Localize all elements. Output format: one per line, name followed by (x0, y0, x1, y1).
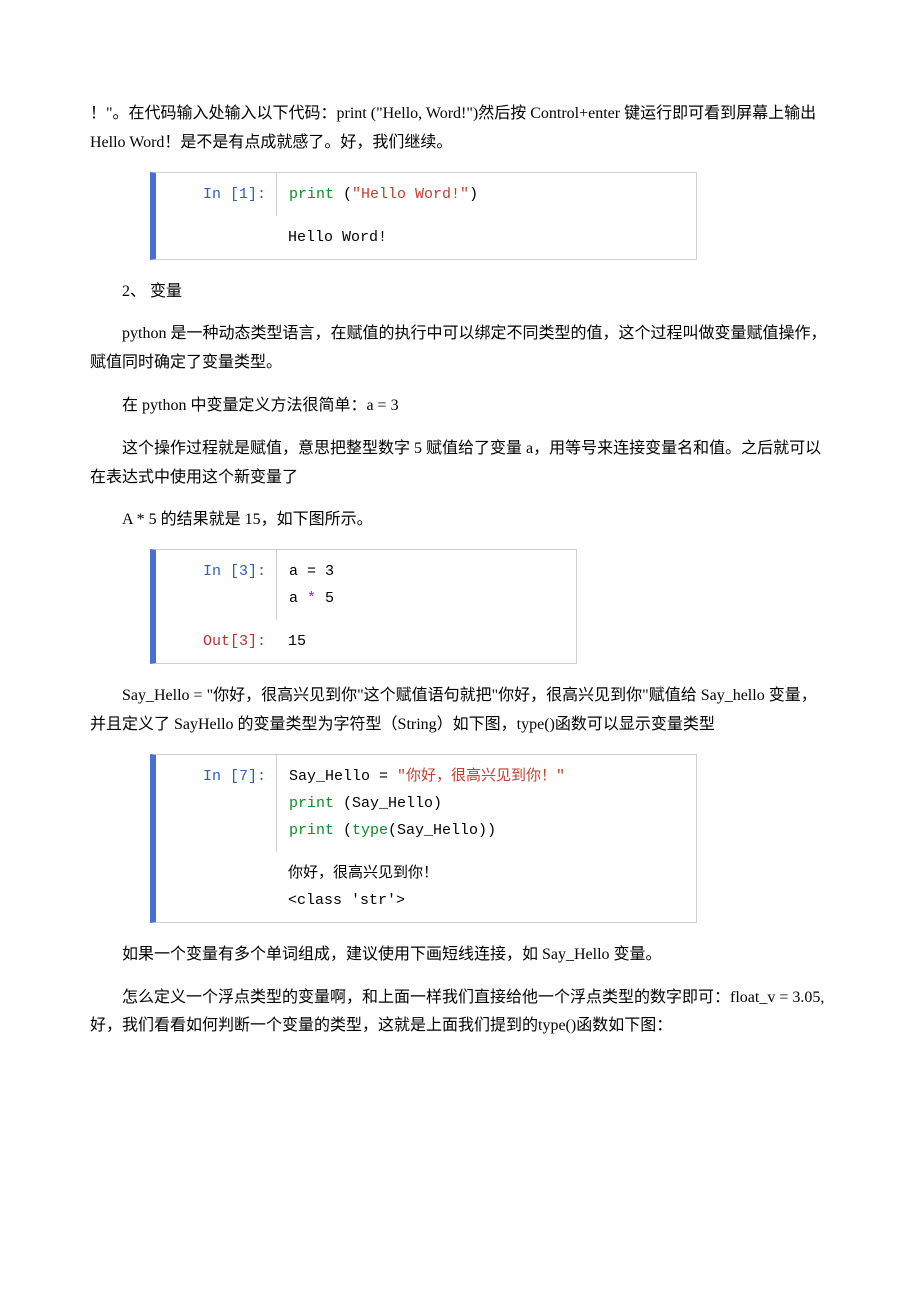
code-cell-3: In [7]: Say_Hello = "你好，很高兴见到你！" print (… (150, 754, 697, 923)
paragraph: python 是一种动态类型语言，在赋值的执行中可以绑定不同类型的值，这个过程叫… (90, 320, 830, 378)
token-fn: type (352, 822, 388, 839)
token-fn: print (289, 822, 334, 839)
paragraph: 在 python 中变量定义方法很简单：a = 3 (90, 392, 830, 421)
paragraph: A * 5 的结果就是 15，如下图所示。 (90, 506, 830, 535)
empty-prompt (156, 216, 276, 232)
paragraph: 这个操作过程就是赋值，意思把整型数字 5 赋值给了变量 a，用等号来连接变量名和… (90, 435, 830, 493)
code-output-row: 你好，很高兴见到你！ <class 'str'> (156, 852, 696, 922)
code-text: (Say_Hello) (334, 795, 442, 812)
output-area: Hello Word! (276, 216, 696, 259)
code-text: a (289, 590, 307, 607)
token-fn: print (289, 795, 334, 812)
output-area: 你好，很高兴见到你！ <class 'str'> (276, 852, 696, 922)
code-output-row: Out[3]: 15 (156, 620, 576, 663)
document-page: ！"。在代码输入处输入以下代码：print ("Hello, Word!")然后… (0, 0, 920, 1115)
code-cell-1: In [1]: print ("Hello Word!") Hello Word… (150, 172, 697, 260)
paragraph: Say_Hello = "你好，很高兴见到你"这个赋值语句就把"你好，很高兴见到… (90, 682, 830, 740)
code-input-row: In [1]: print ("Hello Word!") (156, 173, 696, 216)
code-output-row: Hello Word! (156, 216, 696, 259)
paragraph: 如果一个变量有多个单词组成，建议使用下画短线连接，如 Say_Hello 变量。 (90, 941, 830, 970)
code-line: a = 3 (289, 563, 334, 580)
output-line: 你好，很高兴见到你！ (288, 865, 438, 882)
output-area: 15 (276, 620, 576, 663)
code-text: (Say_Hello)) (388, 822, 496, 839)
section-heading: 2、 变量 (90, 278, 830, 307)
code-text: 5 (316, 590, 334, 607)
token-op: * (307, 590, 316, 607)
code-area: print ("Hello Word!") (276, 173, 696, 216)
in-prompt: In [1]: (156, 173, 276, 216)
output-line: <class 'str'> (288, 892, 405, 909)
token-fn: print (289, 186, 334, 203)
code-input-row: In [7]: Say_Hello = "你好，很高兴见到你！" print (… (156, 755, 696, 852)
token-paren: ) (469, 186, 478, 203)
code-area: a = 3 a * 5 (276, 550, 576, 620)
in-prompt: In [7]: (156, 755, 276, 798)
empty-prompt (156, 852, 276, 868)
paragraph-intro: ！"。在代码输入处输入以下代码：print ("Hello, Word!")然后… (90, 100, 830, 158)
code-input-row: In [3]: a = 3 a * 5 (156, 550, 576, 620)
paragraph: 怎么定义一个浮点类型的变量啊，和上面一样我们直接给他一个浮点类型的数字即可：fl… (90, 984, 830, 1042)
code-area: Say_Hello = "你好，很高兴见到你！" print (Say_Hell… (276, 755, 696, 852)
token-string: "Hello Word!" (352, 186, 469, 203)
out-prompt: Out[3]: (156, 620, 276, 663)
code-text: ( (334, 822, 352, 839)
token-string: "你好，很高兴见到你！" (397, 768, 565, 785)
code-cell-2: In [3]: a = 3 a * 5 Out[3]: 15 (150, 549, 577, 664)
in-prompt: In [3]: (156, 550, 276, 593)
code-text: Say_Hello = (289, 768, 397, 785)
token-paren: ( (334, 186, 352, 203)
